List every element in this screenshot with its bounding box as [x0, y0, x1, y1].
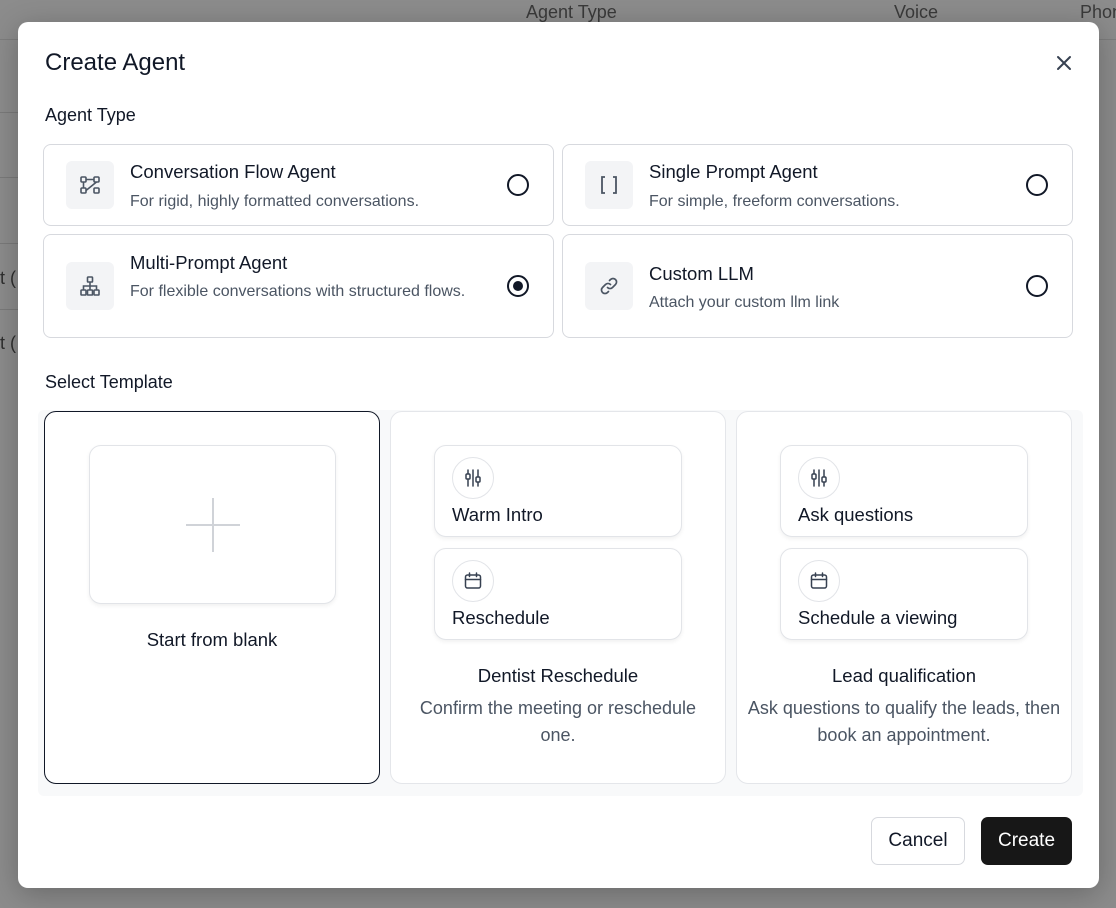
agent-type-label: Agent Type	[45, 105, 136, 125]
radio-multi-prompt[interactable]	[507, 275, 529, 297]
template-description: Ask questions to qualify the leads, then…	[747, 698, 1061, 745]
template-title: Start from blank	[146, 629, 278, 650]
agent-type-title: Conversation Flow Agent	[130, 161, 336, 182]
template-start-from-blank[interactable]: Start from blank	[44, 411, 380, 784]
flow-node: Reschedule	[434, 548, 682, 640]
agent-type-title: Custom LLM	[649, 263, 754, 284]
node-label: Reschedule	[452, 607, 550, 628]
row-fragment: t (	[0, 333, 16, 353]
calendar-icon	[798, 560, 840, 602]
calendar-icon	[452, 560, 494, 602]
blank-preview	[89, 445, 336, 604]
template-title: Dentist Reschedule	[477, 665, 639, 686]
row-divider	[0, 309, 20, 310]
agent-type-description: For rigid, highly formatted conversation…	[130, 193, 420, 210]
agent-type-description: For simple, freeform conversations.	[649, 193, 900, 210]
node-label: Schedule a viewing	[798, 607, 958, 628]
node-label: Warm Intro	[452, 504, 543, 525]
column-header-agent-type: Agent Type	[526, 2, 617, 22]
hierarchy-icon	[66, 262, 114, 310]
link-icon	[585, 262, 633, 310]
row-divider	[0, 112, 20, 113]
row-divider	[0, 243, 20, 244]
brackets-icon	[585, 161, 633, 209]
column-header-voice: Voice	[894, 2, 939, 22]
plus-icon	[186, 524, 240, 526]
sliders-icon	[452, 457, 494, 499]
agent-type-description: Attach your custom llm link	[649, 294, 840, 311]
cancel-button[interactable]: Cancel	[871, 817, 965, 865]
template-lead-qualification[interactable]: Ask questions Schedule a viewing Lead qu…	[736, 411, 1072, 784]
flow-node: Warm Intro	[434, 445, 682, 537]
create-button[interactable]: Create	[981, 817, 1072, 865]
create-agent-dialog: Create Agent Agent Type Conversation Flo…	[18, 22, 1099, 888]
row-divider	[0, 177, 20, 178]
agent-type-multi-prompt[interactable]: Multi-Prompt Agent For flexible conversa…	[43, 234, 554, 338]
dialog-title: Create Agent	[45, 49, 186, 76]
node-label: Ask questions	[798, 504, 914, 525]
agent-type-conversation-flow[interactable]: Conversation Flow Agent For rigid, highl…	[43, 144, 554, 226]
close-button[interactable]	[1053, 52, 1075, 74]
column-header-phone: Phon	[1080, 2, 1116, 22]
agent-type-single-prompt[interactable]: Single Prompt Agent For simple, freeform…	[562, 144, 1073, 226]
row-fragment: t (	[0, 268, 16, 288]
template-description: Confirm the meeting or reschedule one.	[419, 698, 697, 745]
template-dentist-reschedule[interactable]: Warm Intro Reschedule Dentist Reschedule…	[390, 411, 726, 784]
radio-single-prompt[interactable]	[1026, 174, 1048, 196]
select-template-label: Select Template	[45, 372, 173, 392]
radio-conversation-flow[interactable]	[507, 174, 529, 196]
flow-node: Schedule a viewing	[780, 548, 1028, 640]
agent-type-custom-llm[interactable]: Custom LLM Attach your custom llm link	[562, 234, 1073, 338]
flow-icon	[66, 161, 114, 209]
template-title: Lead qualification	[832, 665, 976, 686]
flow-node: Ask questions	[780, 445, 1028, 537]
agent-type-title: Single Prompt Agent	[649, 161, 818, 182]
agent-type-description: For flexible conversations with structur…	[130, 283, 466, 300]
sliders-icon	[798, 457, 840, 499]
agent-type-title: Multi-Prompt Agent	[130, 252, 288, 273]
close-icon	[1057, 56, 1071, 70]
radio-custom-llm[interactable]	[1026, 275, 1048, 297]
